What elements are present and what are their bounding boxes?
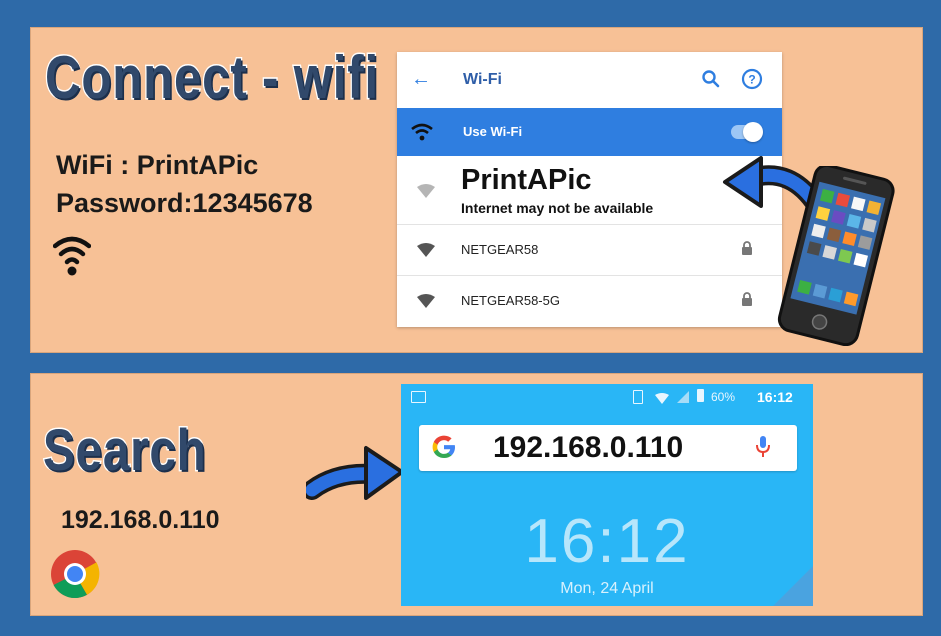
address-label: 192.168.0.110 — [61, 506, 220, 534]
network-name: PrintAPic — [461, 164, 592, 196]
status-bar: 60% 16:12 — [401, 384, 813, 410]
use-wifi-label: Use Wi-Fi — [463, 124, 523, 139]
battery-icon — [697, 389, 704, 402]
use-wifi-toggle[interactable] — [731, 122, 763, 142]
battery-percent: 60% — [711, 390, 736, 404]
vibrate-icon — [633, 390, 643, 404]
network-item-netgear58-5g[interactable]: NETGEAR58-5G — [397, 276, 782, 326]
lock-icon — [741, 292, 753, 309]
wifi-header-title: Wi-Fi — [463, 71, 502, 88]
google-g-icon — [429, 432, 459, 467]
wifi-icon — [411, 122, 433, 147]
wifi-name-label: WiFi : PrintAPic — [56, 150, 259, 180]
use-wifi-row[interactable]: Use Wi-Fi — [397, 108, 782, 156]
wifi-password-label: Password:12345678 — [56, 188, 313, 218]
search-panel: Search 192.168.0.110 60% 16:12 192.168.0… — [30, 373, 923, 616]
network-subtitle: Internet may not be available — [461, 200, 654, 216]
android-home-screen: 60% 16:12 192.168.0.110 16:12 Mon, 24 Ap… — [401, 384, 813, 606]
smartphone-icon — [761, 163, 911, 351]
status-time: 16:12 — [757, 389, 793, 405]
wifi-signal-icon — [417, 294, 435, 311]
signal-icon — [677, 390, 689, 408]
help-icon[interactable]: ? — [741, 68, 763, 95]
svg-text:?: ? — [748, 73, 755, 87]
wifi-header-bar: ← Wi-Fi ? — [397, 52, 782, 108]
connect-wifi-panel: Connect - wifi WiFi : PrintAPic Password… — [30, 27, 923, 353]
clock-display: 16:12 — [524, 507, 690, 576]
network-item-netgear58[interactable]: NETGEAR58 — [397, 225, 782, 275]
wifi-status-icon — [655, 391, 669, 409]
network-name: NETGEAR58 — [461, 242, 539, 257]
wifi-signal-icon — [417, 243, 435, 260]
search-title: Search — [42, 418, 207, 483]
search-query-text: 192.168.0.110 — [493, 431, 684, 464]
date-display: Mon, 24 April — [560, 580, 654, 597]
lock-icon — [741, 241, 753, 258]
screen-corner-shade — [773, 566, 813, 606]
arrow-right-icon — [302, 440, 406, 515]
mic-icon[interactable] — [756, 436, 770, 463]
back-arrow-icon[interactable]: ← — [411, 68, 431, 91]
wifi-signal-icon — [417, 184, 435, 201]
wifi-icon — [52, 230, 92, 283]
message-icon — [411, 391, 426, 403]
connect-wifi-title: Connect - wifi — [44, 44, 380, 111]
google-search-bar[interactable]: 192.168.0.110 — [419, 425, 797, 471]
search-icon[interactable] — [701, 69, 721, 94]
network-name: NETGEAR58-5G — [461, 293, 560, 308]
chrome-icon — [49, 548, 101, 605]
